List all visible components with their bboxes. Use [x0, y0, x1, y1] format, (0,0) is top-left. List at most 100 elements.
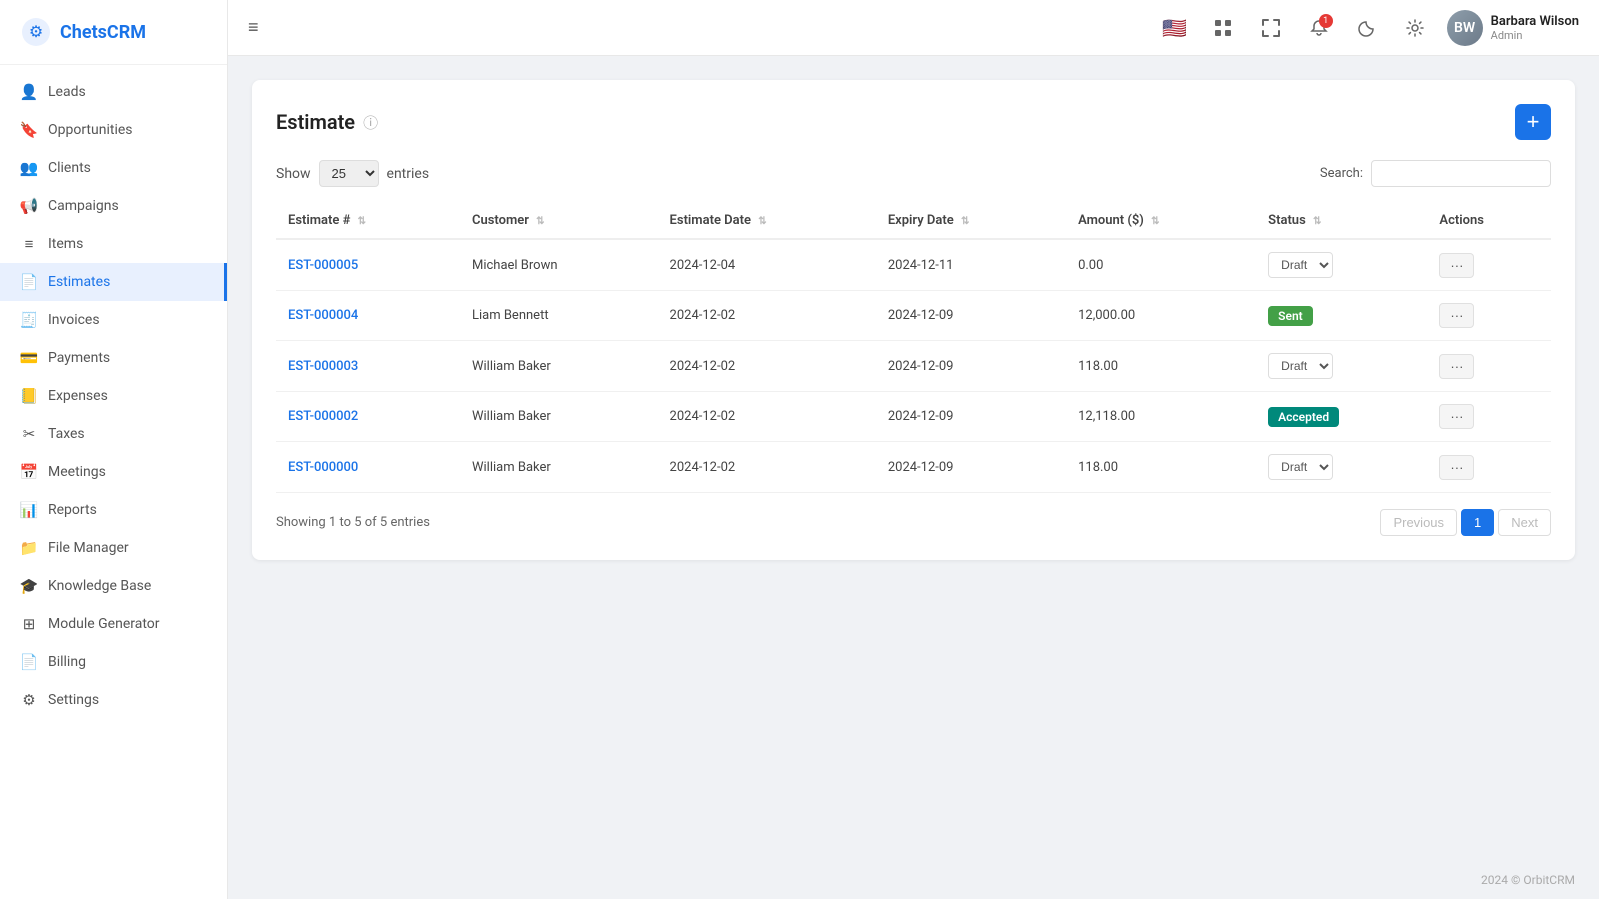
sidebar-item-settings[interactable]: ⚙Settings — [0, 681, 227, 719]
header: ≡ 🇺🇸 1 — [228, 0, 1599, 56]
showing-text: Showing 1 to 5 of 5 entries — [276, 515, 430, 530]
menu-toggle-icon[interactable]: ≡ — [248, 17, 259, 38]
actions-cell: ··· — [1427, 239, 1551, 291]
action-menu-button[interactable]: ··· — [1439, 404, 1474, 429]
status-cell: Draft — [1256, 341, 1427, 392]
grid-icon[interactable] — [1207, 12, 1239, 44]
sidebar-item-clients[interactable]: 👥Clients — [0, 149, 227, 187]
next-button[interactable]: Next — [1498, 509, 1551, 536]
sidebar-item-reports[interactable]: 📊Reports — [0, 491, 227, 529]
action-menu-button[interactable]: ··· — [1439, 354, 1474, 379]
action-menu-button[interactable]: ··· — [1439, 303, 1474, 328]
amount: 0.00 — [1066, 239, 1256, 291]
knowledge-base-icon: 🎓 — [20, 577, 38, 595]
actions-cell: ··· — [1427, 341, 1551, 392]
expiry-date: 2024-12-11 — [876, 239, 1066, 291]
amount: 118.00 — [1066, 341, 1256, 392]
status-cell: Sent — [1256, 291, 1427, 341]
estimate-link[interactable]: EST-000002 — [288, 409, 358, 424]
notification-bell-icon[interactable]: 1 — [1303, 12, 1335, 44]
table-row: EST-000005Michael Brown2024-12-042024-12… — [276, 239, 1551, 291]
expiry-date: 2024-12-09 — [876, 392, 1066, 442]
search-input[interactable] — [1371, 160, 1551, 187]
status-cell: Draft — [1256, 442, 1427, 493]
status-badge: Sent — [1268, 306, 1313, 326]
logo-text: ChetsCRM — [60, 22, 146, 43]
page-card: Estimate ⓘ + Show 102550100 entries Sear… — [252, 80, 1575, 560]
sidebar-item-label: Items — [48, 236, 83, 252]
sidebar-item-invoices[interactable]: 🧾Invoices — [0, 301, 227, 339]
sidebar-item-items[interactable]: ≡Items — [0, 225, 227, 263]
table-row: EST-000002William Baker2024-12-022024-12… — [276, 392, 1551, 442]
estimate-date: 2024-12-02 — [658, 442, 876, 493]
estimate-link[interactable]: EST-000003 — [288, 359, 358, 374]
meetings-icon: 📅 — [20, 463, 38, 481]
logo-icon: ⚙ — [20, 16, 52, 48]
content-area: Estimate ⓘ + Show 102550100 entries Sear… — [228, 56, 1599, 861]
logo[interactable]: ⚙ ChetsCRM — [0, 0, 227, 65]
sidebar-item-module-generator[interactable]: ⊞Module Generator — [0, 605, 227, 643]
sidebar-item-label: Invoices — [48, 312, 100, 328]
action-menu-button[interactable]: ··· — [1439, 253, 1474, 278]
entries-select[interactable]: 102550100 — [319, 160, 379, 187]
amount: 118.00 — [1066, 442, 1256, 493]
table-row: EST-000003William Baker2024-12-022024-12… — [276, 341, 1551, 392]
expiry-date: 2024-12-09 — [876, 442, 1066, 493]
settings-icon: ⚙ — [20, 691, 38, 709]
payments-icon: 💳 — [20, 349, 38, 367]
sidebar-item-knowledge-base[interactable]: 🎓Knowledge Base — [0, 567, 227, 605]
user-profile[interactable]: BW Barbara Wilson Admin — [1447, 10, 1579, 46]
svg-text:⚙: ⚙ — [29, 22, 43, 41]
settings-icon[interactable] — [1399, 12, 1431, 44]
add-estimate-button[interactable]: + — [1515, 104, 1551, 140]
action-menu-button[interactable]: ··· — [1439, 455, 1474, 480]
info-icon[interactable]: ⓘ — [363, 112, 378, 133]
sidebar-item-label: Module Generator — [48, 616, 160, 632]
dark-mode-icon[interactable] — [1351, 12, 1383, 44]
customer-name: William Baker — [460, 392, 658, 442]
page-1-button[interactable]: 1 — [1461, 509, 1494, 536]
sidebar-item-payments[interactable]: 💳Payments — [0, 339, 227, 377]
estimate-link[interactable]: EST-000004 — [288, 308, 358, 323]
estimate-number: EST-000003 — [276, 341, 460, 392]
col-header-amount[interactable]: Amount ($) ⇅ — [1066, 203, 1256, 239]
taxes-icon: ✂ — [20, 425, 38, 443]
sidebar-item-campaigns[interactable]: 📢Campaigns — [0, 187, 227, 225]
sidebar-item-file-manager[interactable]: 📁File Manager — [0, 529, 227, 567]
estimate-number: EST-000004 — [276, 291, 460, 341]
expiry-date: 2024-12-09 — [876, 291, 1066, 341]
estimate-link[interactable]: EST-000000 — [288, 460, 358, 475]
apps-icon — [1214, 19, 1232, 37]
actions-cell: ··· — [1427, 392, 1551, 442]
sidebar-item-label: Meetings — [48, 464, 106, 480]
fullscreen-icon[interactable] — [1255, 12, 1287, 44]
sidebar-item-opportunities[interactable]: 🔖Opportunities — [0, 111, 227, 149]
status-cell: Draft — [1256, 239, 1427, 291]
col-header-customer[interactable]: Customer ⇅ — [460, 203, 658, 239]
expenses-icon: 📒 — [20, 387, 38, 405]
status-select[interactable]: Draft — [1268, 454, 1333, 480]
col-header-estimate_date[interactable]: Estimate Date ⇅ — [658, 203, 876, 239]
billing-icon: 📄 — [20, 653, 38, 671]
col-header-estimate_num[interactable]: Estimate # ⇅ — [276, 203, 460, 239]
sidebar-item-taxes[interactable]: ✂Taxes — [0, 415, 227, 453]
sidebar-item-label: Expenses — [48, 388, 108, 404]
reports-icon: 📊 — [20, 501, 38, 519]
sidebar-item-estimates[interactable]: 📄Estimates — [0, 263, 227, 301]
col-header-status[interactable]: Status ⇅ — [1256, 203, 1427, 239]
col-header-expiry_date[interactable]: Expiry Date ⇅ — [876, 203, 1066, 239]
notification-badge: 1 — [1319, 14, 1333, 28]
previous-button[interactable]: Previous — [1380, 509, 1457, 536]
sidebar-item-billing[interactable]: 📄Billing — [0, 643, 227, 681]
opportunities-icon: 🔖 — [20, 121, 38, 139]
sidebar-item-label: File Manager — [48, 540, 129, 556]
estimate-link[interactable]: EST-000005 — [288, 258, 358, 273]
language-flag-icon[interactable]: 🇺🇸 — [1159, 12, 1191, 44]
sidebar-item-meetings[interactable]: 📅 Meetings — [0, 453, 227, 491]
sidebar-item-expenses[interactable]: 📒 Expenses — [0, 377, 227, 415]
clients-icon: 👥 — [20, 159, 38, 177]
status-select[interactable]: Draft — [1268, 252, 1333, 278]
sort-icon: ⇅ — [1313, 216, 1321, 227]
sidebar-item-leads[interactable]: 👤Leads — [0, 73, 227, 111]
status-select[interactable]: Draft — [1268, 353, 1333, 379]
